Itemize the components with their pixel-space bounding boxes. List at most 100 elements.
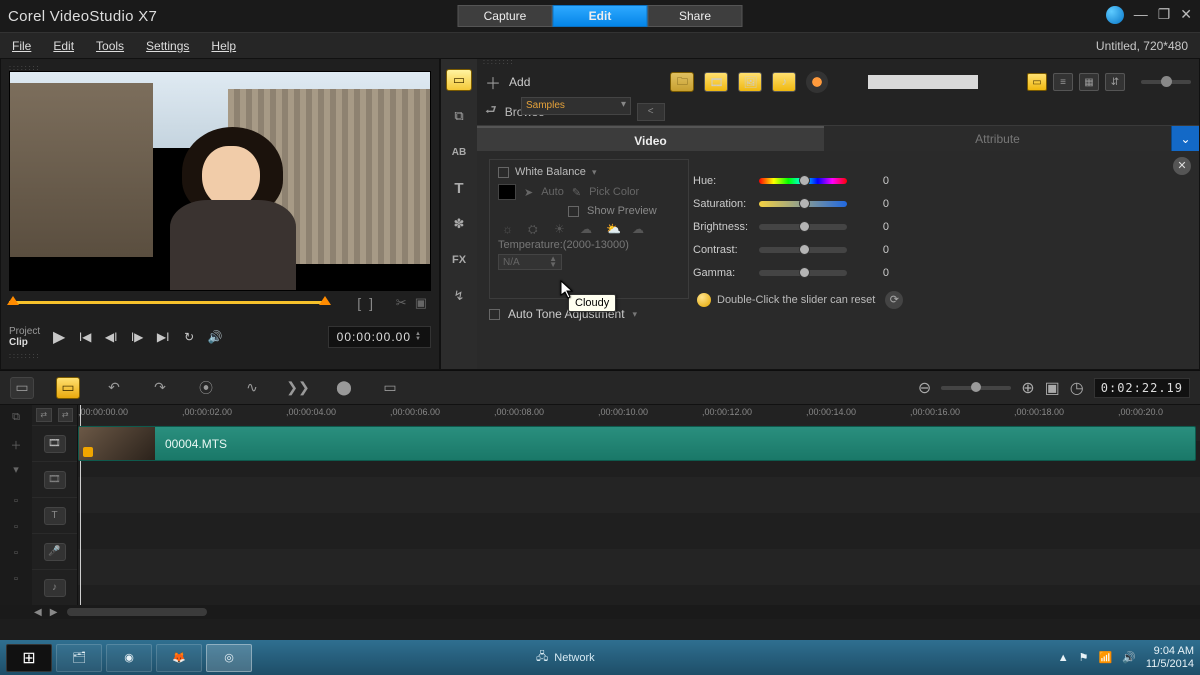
show-photo-icon[interactable]: 🖼 (738, 72, 762, 92)
fit-project-button[interactable]: ▣ (1045, 378, 1060, 398)
next-frame-button[interactable]: I▶ (126, 326, 148, 348)
trim-handle-in-icon[interactable] (7, 296, 19, 305)
preview-timecode[interactable]: 00:00:00.00 ▲▼ (328, 326, 431, 348)
menu-file[interactable]: File (12, 39, 31, 53)
track-motion-button[interactable]: ⬤ (332, 377, 356, 399)
record-button[interactable]: ⦿ (194, 377, 218, 399)
mark-in-button[interactable]: [ (357, 295, 361, 311)
timecode-spinner-icon[interactable]: ▲▼ (415, 332, 422, 342)
undo-button[interactable]: ↶ (102, 377, 126, 399)
add-media-button[interactable]: ＋ Add (485, 70, 530, 94)
zoom-out-button[interactable]: ⊖ (918, 378, 931, 398)
tray-flag-icon[interactable]: ⚑ (1079, 651, 1089, 664)
menu-help[interactable]: Help (211, 39, 236, 53)
trim-handle-out-icon[interactable] (319, 296, 331, 305)
audio-mixer-button[interactable]: ∿ (240, 377, 264, 399)
filter-button[interactable]: FX (446, 249, 472, 271)
play-button[interactable]: ▶ (48, 326, 70, 348)
color-wheel-icon[interactable] (806, 71, 828, 93)
wb-color-swatch[interactable] (498, 184, 516, 200)
taskbar-network[interactable]: 🖧 Network (536, 648, 595, 667)
zoom-in-button[interactable]: ⊕ (1021, 378, 1034, 398)
transitions-button[interactable]: AB (446, 141, 472, 163)
go-start-button[interactable]: I◀ (74, 326, 96, 348)
slider-contrast[interactable]: Contrast: 0 (693, 238, 903, 261)
mode-tab-share[interactable]: Share (648, 5, 743, 27)
mark-out-button[interactable]: ] (369, 295, 373, 311)
scroll-thumb[interactable] (67, 608, 207, 616)
media-library-button[interactable]: ▭ (446, 69, 472, 91)
library-folder-dropdown[interactable]: Samples (521, 97, 631, 115)
auto-music-button[interactable]: ❯❯ (286, 377, 310, 399)
scroll-left-button[interactable]: ◀ (34, 607, 42, 618)
preview-trim-bar[interactable]: [ ] ✂ ▣ (9, 297, 431, 315)
menu-edit[interactable]: Edit (53, 39, 74, 53)
white-balance-checkbox[interactable] (498, 167, 509, 178)
mode-tab-edit[interactable]: Edit (553, 5, 648, 27)
preview-video[interactable] (9, 71, 431, 291)
redo-button[interactable]: ↷ (148, 377, 172, 399)
taskbar-firefox-button[interactable]: 🦊 (156, 644, 202, 672)
project-duration[interactable]: 0:02:22.19 (1094, 378, 1190, 398)
track-header-title[interactable]: T (32, 497, 77, 533)
scroll-right-button[interactable]: ▶ (50, 607, 58, 618)
subtitle-button[interactable]: ▭ (378, 377, 402, 399)
slider-saturation[interactable]: Saturation: 0 (693, 192, 903, 215)
taskbar-explorer-button[interactable]: 🗂 (56, 644, 102, 672)
tab-attribute[interactable]: Attribute (824, 126, 1171, 151)
storyboard-mode-button[interactable]: ▭ (10, 377, 34, 399)
taskbar-chrome-button[interactable]: ◉ (106, 644, 152, 672)
tray-overflow-icon[interactable]: ▲ (1058, 652, 1069, 664)
enable-track2-icon[interactable]: ▫ (6, 521, 26, 537)
prev-frame-button[interactable]: ◀I (100, 326, 122, 348)
preset-overcast-icon[interactable]: ☁ (632, 222, 648, 236)
menu-tools[interactable]: Tools (96, 39, 124, 53)
timeline-ruler[interactable]: ,00:00:00.00 ,00:00:02.00 ,00:00:04.00 ,… (78, 405, 1200, 425)
menu-settings[interactable]: Settings (146, 39, 189, 53)
browse-back-icon[interactable]: ⮐ (485, 101, 497, 123)
timeline-clip[interactable]: 00004.MTS (78, 426, 1196, 461)
view-grid-icon[interactable]: ▦ (1079, 73, 1099, 91)
start-button[interactable]: ⊞ (6, 644, 52, 672)
title-button[interactable]: T (446, 177, 472, 199)
panel-grip-bottom-icon[interactable]: :::::::: (9, 353, 431, 359)
timeline-scrollbar[interactable]: ◀ ▶ (0, 605, 1200, 619)
ripple-all-button[interactable]: ⇄ (36, 408, 52, 422)
wb-pickcolor-label[interactable]: Pick Color (589, 186, 639, 198)
auto-tone-checkbox[interactable] (489, 309, 500, 320)
wb-auto-label[interactable]: Auto (541, 186, 564, 198)
browse-prev-button[interactable]: < (637, 103, 665, 121)
preset-fluorescent-icon[interactable]: ⛭ (528, 222, 544, 236)
track-header-voice[interactable]: 🎤 (32, 533, 77, 569)
library-search-input[interactable] (868, 75, 978, 89)
taskbar-videostudio-button[interactable]: ◎ (206, 644, 252, 672)
track-header-video[interactable]: 🎞 (32, 425, 77, 461)
globe-icon[interactable] (1106, 6, 1124, 24)
slider-brightness[interactable]: Brightness: 0 (693, 215, 903, 238)
path-button[interactable]: ↯ (446, 285, 472, 307)
repeat-button[interactable]: ↻ (178, 326, 200, 348)
taskbar-clock[interactable]: 9:04 AM 11/5/2014 (1146, 645, 1194, 671)
chevron-down-icon[interactable]: ▾ (633, 309, 638, 320)
go-end-button[interactable]: ▶I (152, 326, 174, 348)
slider-hue[interactable]: Hue: 0 (693, 169, 903, 192)
reset-sliders-button[interactable]: ⟳ (885, 291, 903, 309)
temperature-input[interactable]: N/A ▲▼ (498, 254, 562, 270)
maximize-icon[interactable]: ❐ (1158, 6, 1171, 24)
zoom-slider[interactable] (941, 386, 1011, 390)
options-close-button[interactable]: ✕ (1173, 157, 1191, 175)
timeline-tracks[interactable]: ,00:00:00.00 ,00:00:02.00 ,00:00:04.00 ,… (78, 405, 1200, 605)
sort-icon[interactable]: ⇵ (1105, 73, 1125, 91)
folder-icon[interactable]: 🗀 (670, 72, 694, 92)
volume-button[interactable]: 🔊 (204, 326, 226, 348)
options-collapse-button[interactable]: ⌄ (1171, 126, 1199, 151)
preset-tungsten-icon[interactable]: ☼ (502, 222, 518, 236)
enable-track1-icon[interactable]: ▫ (6, 495, 26, 511)
show-video-icon[interactable]: 🎞 (704, 72, 728, 92)
track-header-overlay[interactable]: 🎞 (32, 461, 77, 497)
collapse-tracks-icon[interactable]: ▾ (6, 463, 26, 479)
minimize-icon[interactable]: — (1134, 6, 1148, 24)
view-list-icon[interactable]: ≡ (1053, 73, 1073, 91)
preset-daylight-icon[interactable]: ☀ (554, 222, 570, 236)
preset-cloudy-icon[interactable]: ☁ (580, 222, 596, 236)
